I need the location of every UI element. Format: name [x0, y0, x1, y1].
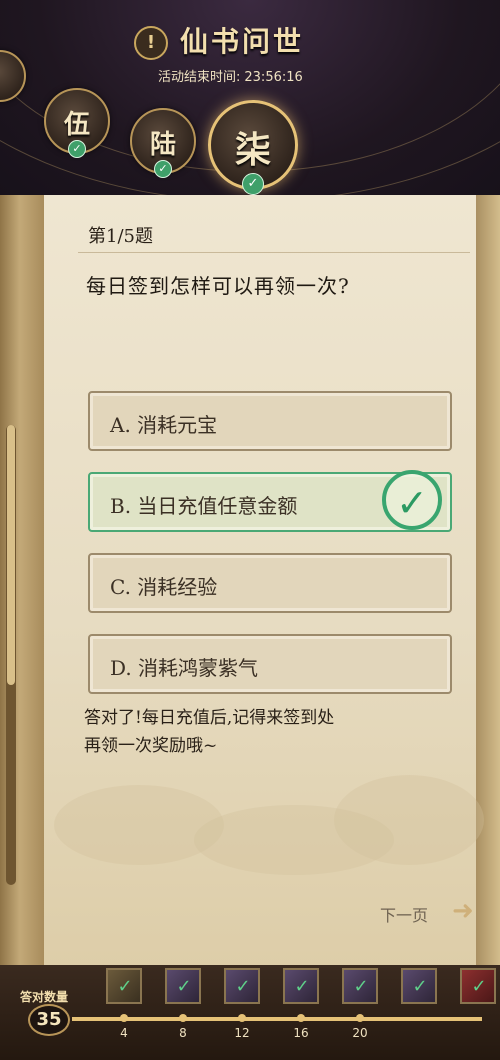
- countdown-value: 23:56:16: [244, 70, 303, 85]
- reward-chest-16[interactable]: ✓: [283, 968, 319, 1004]
- chapter-5[interactable]: 伍 ✓: [44, 88, 110, 158]
- check-icon: ✓: [154, 160, 172, 178]
- reward-icon: ✓: [117, 976, 133, 997]
- milestone-label: 12: [234, 1026, 250, 1040]
- event-countdown: 活动结束时间: 23:56:16: [154, 66, 303, 85]
- correct-check-icon: ✓: [382, 470, 442, 530]
- reward-icon: ✓: [294, 976, 310, 997]
- reward-icon: ✓: [471, 976, 487, 997]
- scroll-frame-left: [0, 195, 44, 970]
- question-number: 第1/5题: [88, 226, 153, 247]
- reward-icon: ✓: [412, 976, 428, 997]
- scroll-frame-right: [476, 195, 500, 970]
- next-arrow-icon[interactable]: ➜: [452, 896, 474, 926]
- reward-icon: ✓: [176, 976, 192, 997]
- feedback-line: 答对了!每日充值后,记得来签到处: [84, 708, 335, 728]
- milestone-dot: [238, 1014, 246, 1022]
- option-label: A. 消耗元宝: [110, 413, 218, 437]
- reward-chest-24[interactable]: ✓: [401, 968, 437, 1004]
- event-title: 仙书问世: [180, 25, 305, 58]
- reward-icon: ✓: [235, 976, 251, 997]
- answer-feedback: 答对了!每日充值后,记得来签到处 再领一次奖励哦~: [84, 704, 454, 760]
- correct-count-badge: 35: [28, 1004, 70, 1036]
- chapter-label: 陆: [149, 130, 176, 160]
- option-a[interactable]: A. 消耗元宝: [88, 391, 452, 451]
- milestone-label: 16: [293, 1026, 309, 1040]
- scrollbar-thumb[interactable]: [7, 425, 15, 685]
- option-d[interactable]: D. 消耗鸿蒙紫气: [88, 634, 452, 694]
- reward-chest-20[interactable]: ✓: [342, 968, 378, 1004]
- cloud-decoration: [334, 775, 484, 865]
- milestone-label: 4: [120, 1026, 128, 1040]
- chapter-6[interactable]: 陆 ✓: [130, 108, 196, 178]
- milestone-label: 8: [179, 1026, 187, 1040]
- option-b[interactable]: B. 当日充值任意金额 ✓: [88, 470, 452, 532]
- chapter-label: 柒: [234, 129, 271, 171]
- milestone-label: 20: [352, 1026, 368, 1040]
- milestone-dot: [120, 1014, 128, 1022]
- option-label: D. 消耗鸿蒙紫气: [110, 656, 259, 680]
- milestone-dot: [179, 1014, 187, 1022]
- check-icon: ✓: [242, 173, 264, 195]
- option-label: C. 消耗经验: [110, 575, 218, 599]
- top-banner: ! 仙书问世 活动结束时间: 23:56:16 伍 ✓ 陆 ✓ 柒 ✓: [0, 0, 500, 200]
- option-label: B. 当日充值任意金额: [110, 494, 298, 518]
- scrollbar[interactable]: [6, 425, 16, 885]
- countdown-label: 活动结束时间:: [158, 70, 241, 85]
- correct-count-label: 答对数量: [20, 990, 69, 1004]
- reward-chest-final[interactable]: ✓: [460, 968, 496, 1004]
- check-icon: ✓: [68, 140, 86, 158]
- milestone-dot: [297, 1014, 305, 1022]
- reward-chest-12[interactable]: ✓: [224, 968, 260, 1004]
- option-c[interactable]: C. 消耗经验: [88, 553, 452, 613]
- reward-chest-8[interactable]: ✓: [165, 968, 201, 1004]
- reward-chest-4[interactable]: ✓: [106, 968, 142, 1004]
- question-text: 每日签到怎样可以再领一次?: [86, 274, 350, 298]
- divider: [78, 252, 470, 253]
- next-page-button[interactable]: 下一页: [380, 902, 428, 926]
- reward-icon: ✓: [353, 976, 369, 997]
- feedback-line: 再领一次奖励哦~: [84, 736, 218, 756]
- exclamation-icon[interactable]: !: [134, 26, 168, 60]
- chapter-7[interactable]: 柒 ✓: [208, 100, 298, 195]
- progress-fill: [72, 1017, 482, 1021]
- chapter-label: 伍: [63, 110, 90, 140]
- cloud-decoration: [54, 785, 224, 865]
- milestone-dot: [356, 1014, 364, 1022]
